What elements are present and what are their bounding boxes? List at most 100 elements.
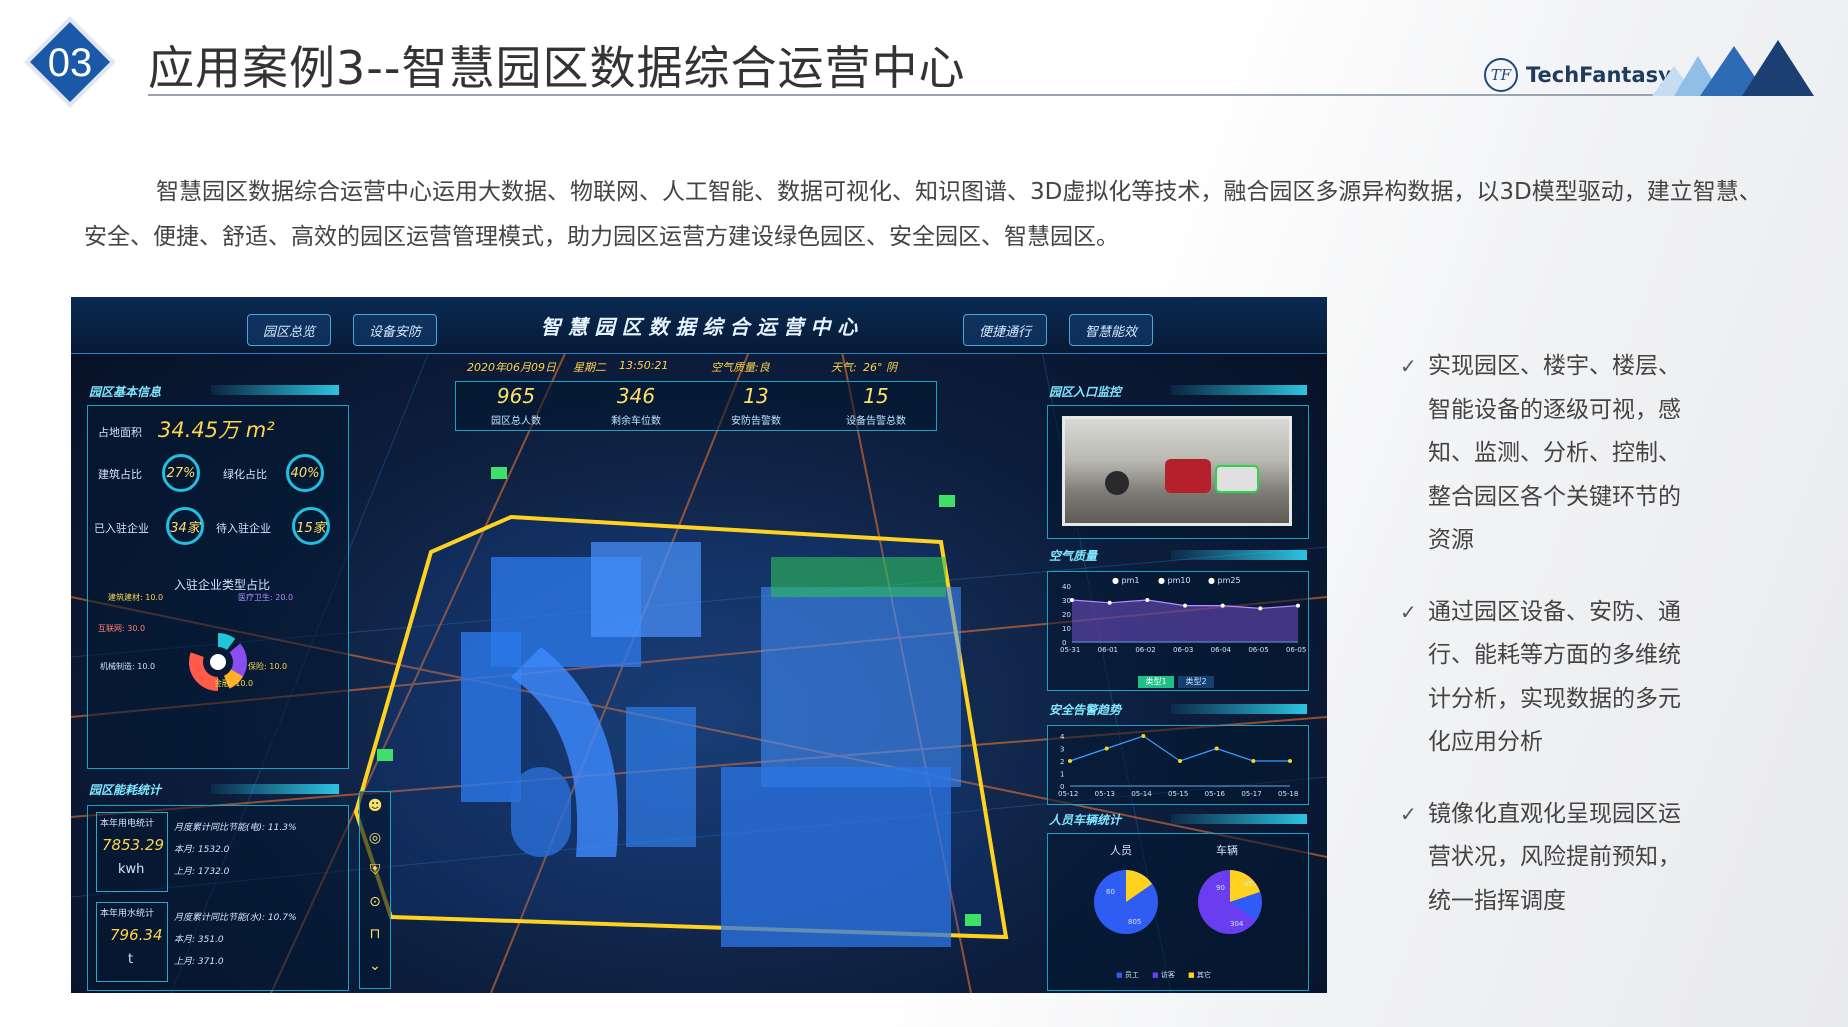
slice-label: 机械制造: 10.0 bbox=[100, 662, 156, 671]
nav-overview-button[interactable]: 园区总览 bbox=[247, 314, 331, 346]
security-trend-title: 安全告警趋势 bbox=[1049, 703, 1122, 717]
y-tick-label: 10 bbox=[1062, 625, 1071, 633]
data-point bbox=[1068, 759, 1072, 763]
air-quality-chart: 40302010005-31 06-01 06-02 06-03 06-04 06-05 0… bbox=[1060, 583, 1306, 654]
pie-value: 60 bbox=[1106, 888, 1115, 896]
building-ratio-ring: 27% bbox=[162, 454, 200, 492]
gate-monitor-title: 园区入口监控 bbox=[1049, 385, 1122, 399]
stat-label: 园区总人数 bbox=[491, 416, 541, 427]
green-ratio-ring: 40% bbox=[286, 454, 324, 492]
data-point bbox=[1104, 746, 1109, 751]
data-point bbox=[1251, 759, 1256, 763]
stats-panel: 965 园区总人数 346 剩余车位数 13 安防告警数 15 设备告警总数 bbox=[455, 381, 937, 431]
page-title: 应用案例3--智慧园区数据综合运营中心 bbox=[148, 41, 966, 95]
y-tick-label: 3 bbox=[1060, 746, 1064, 754]
weather-label: 天气: bbox=[831, 361, 857, 374]
title-decoration bbox=[211, 784, 339, 794]
data-point bbox=[1107, 600, 1112, 605]
time: 13:50:21 bbox=[619, 359, 669, 372]
person-icon[interactable]: ☻ bbox=[360, 798, 390, 824]
chevron-down-icon[interactable]: ⌄ bbox=[360, 958, 390, 984]
type2-button[interactable]: 类型2 bbox=[1178, 676, 1214, 688]
legend-other: ■ 其它 bbox=[1188, 970, 1211, 980]
lock-icon[interactable]: ⊓ bbox=[360, 926, 390, 952]
type1-button[interactable]: 类型1 bbox=[1138, 676, 1174, 688]
green-ratio-label: 绿化占比 bbox=[223, 468, 267, 481]
intro-paragraph: 智慧园区数据综合运营中心运用大数据、物联网、人工智能、数据可视化、知识图谱、3D… bbox=[84, 179, 1762, 250]
camera-icon[interactable]: ⊙ bbox=[360, 894, 390, 920]
slice-label: 金融: 10.0 bbox=[214, 679, 254, 688]
badge-number: 03 bbox=[48, 41, 93, 85]
air-quality-status: 空气质量:良 bbox=[711, 361, 770, 374]
legend-square-icon: ■ bbox=[1116, 971, 1123, 979]
feature-text: 实现园区、楼宇、楼层、智能设备的逐级可视，感知、监测、分析、控制、整合园区各个关… bbox=[1428, 353, 1681, 553]
water-this-month: 本月: 351.0 bbox=[174, 935, 224, 945]
stat-value: 13 bbox=[743, 384, 769, 408]
slice-label: 医疗卫生: 20.0 bbox=[238, 593, 294, 602]
title-decoration bbox=[1171, 704, 1307, 714]
nav-traffic-button[interactable]: 便捷通行 bbox=[963, 314, 1047, 346]
weekday: 星期二 bbox=[573, 361, 606, 374]
pie-value: 40 bbox=[1244, 880, 1253, 888]
area-value: 34.45万 m² bbox=[158, 418, 275, 442]
enterprise-chart-title: 入驻企业类型占比 bbox=[174, 578, 271, 592]
water-label: 本年用水统计 bbox=[100, 909, 155, 919]
series-line bbox=[1069, 735, 1290, 762]
x-tick-label: 05-12 bbox=[1058, 790, 1078, 798]
energy-title: 园区能耗统计 bbox=[89, 783, 162, 797]
car-in-feed bbox=[1215, 465, 1259, 493]
electricity-yoy: 月度累计同比节能(电): 11.3% bbox=[174, 823, 297, 833]
water-value: 796.34 bbox=[110, 926, 163, 944]
brand-name: TechFantasy bbox=[1526, 63, 1672, 87]
y-tick-label: 40 bbox=[1062, 583, 1071, 591]
x-tick-label: 06-03 bbox=[1173, 646, 1193, 654]
data-point bbox=[1288, 759, 1292, 763]
checkmark-icon: ✓ bbox=[1400, 801, 1417, 826]
water-unit: t bbox=[128, 952, 134, 967]
legend-label: 其它 bbox=[1196, 971, 1211, 979]
feature-item: ✓ 镜像化直观化呈现园区运营状况，风险提前预知，统一指挥调度 bbox=[1400, 793, 1700, 924]
electricity-value: 7853.29 bbox=[102, 836, 165, 854]
electricity-last-month: 上月: 1732.0 bbox=[174, 867, 230, 877]
x-tick-label: 06-02 bbox=[1135, 646, 1155, 654]
data-point bbox=[1070, 598, 1074, 602]
legend-square-icon: ■ bbox=[1152, 971, 1159, 979]
settled-label: 已入驻企业 bbox=[94, 522, 149, 535]
nav-energy-button[interactable]: 智慧能效 bbox=[1069, 314, 1153, 346]
people-car-pies bbox=[1094, 870, 1262, 934]
scooter-in-feed bbox=[1105, 471, 1129, 495]
mountain-logo-icon bbox=[1652, 40, 1814, 96]
nav-security-button[interactable]: 设备安防 bbox=[353, 314, 437, 346]
map-toolbar: ☻ ◎ ⛨ ⊙ ⊓ ⌄ bbox=[359, 791, 391, 989]
electricity-unit: kwh bbox=[118, 862, 145, 877]
area-label: 占地面积 bbox=[98, 426, 142, 439]
electricity-label: 本年用电统计 bbox=[100, 819, 155, 829]
y-tick-label: 20 bbox=[1062, 611, 1071, 619]
slice-label: 保险: 10.0 bbox=[248, 662, 288, 671]
water-yoy: 月度累计同比节能(水): 10.7% bbox=[174, 913, 297, 923]
data-point bbox=[1220, 603, 1225, 608]
location-icon[interactable]: ◎ bbox=[360, 830, 390, 856]
slice-label: 互联网: 30.0 bbox=[98, 624, 146, 633]
x-tick-label: 06-05 bbox=[1248, 646, 1268, 654]
x-tick-label: 05-31 bbox=[1060, 646, 1080, 654]
stat-label: 安防告警数 bbox=[731, 416, 781, 427]
basic-info-panel: 占地面积 34.45万 m² 建筑占比 27% 绿化占比 40% 已入驻企业 3… bbox=[87, 405, 349, 769]
x-tick-label: 05-17 bbox=[1241, 790, 1261, 798]
x-tick-label: 05-14 bbox=[1131, 790, 1152, 798]
security-trend-chart: 4321005-12 05-13 05-14 05-15 05-16 05-17 05-18 bbox=[1058, 733, 1298, 798]
title-decoration bbox=[211, 385, 339, 395]
camera-feed-image[interactable] bbox=[1062, 416, 1292, 526]
feature-item: ✓ 通过园区设备、安防、通行、能耗等方面的多维统计分析，实现数据的多元化应用分析 bbox=[1400, 591, 1700, 765]
air-quality-panel: ● pm1 ● pm10 ● pm25 40 30 20 10 0 05-31 06-01 0… bbox=[1047, 571, 1309, 691]
settled-ring: 34家 bbox=[166, 507, 204, 545]
pie-value: 805 bbox=[1128, 918, 1142, 926]
shield-icon[interactable]: ⛨ bbox=[360, 862, 390, 888]
weather-value: 26° 阴 bbox=[863, 361, 897, 374]
title-decoration bbox=[1171, 814, 1307, 824]
x-tick-label: 06-05 bbox=[1286, 646, 1306, 654]
y-tick-label: 30 bbox=[1062, 597, 1071, 605]
legend-visitor: ■ 访客 bbox=[1152, 970, 1175, 980]
water-last-month: 上月: 371.0 bbox=[174, 957, 224, 967]
data-point bbox=[1258, 606, 1263, 611]
